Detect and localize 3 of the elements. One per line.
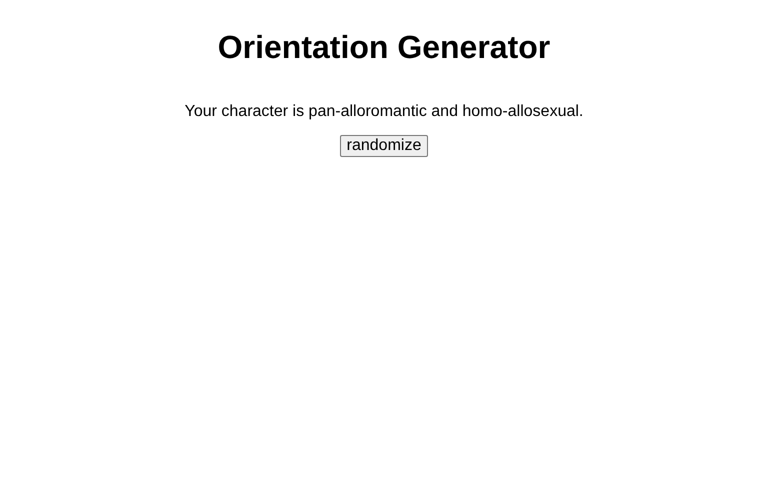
result-text: Your character is pan-alloromantic and homo-allosexual. xyxy=(184,103,584,121)
page-title: Orientation Generator xyxy=(218,29,550,66)
randomize-button[interactable]: randomize xyxy=(340,135,428,157)
